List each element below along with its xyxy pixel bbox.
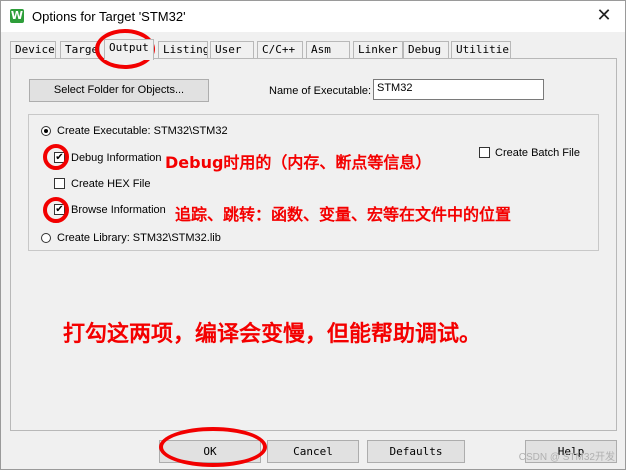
summary-annotation: 打勾这两项，编译会变慢，但能帮助调试。 (63, 322, 482, 347)
cancel-button[interactable]: Cancel (267, 440, 359, 463)
ok-button-highlight (159, 427, 267, 467)
create-executable-radio[interactable] (41, 126, 51, 136)
create-library-label: Create Library: STM32\STM32.lib (57, 232, 221, 244)
create-batch-label: Create Batch File (495, 147, 580, 159)
close-icon[interactable]: ✕ (593, 5, 615, 27)
tab-debug[interactable]: Debug (403, 41, 449, 58)
tab-asm[interactable]: Asm (306, 41, 350, 58)
tab-output[interactable]: Output (104, 39, 154, 60)
tab-target[interactable]: Target (60, 41, 100, 58)
create-hex-label: Create HEX File (71, 178, 151, 190)
name-of-executable-label: Name of Executable: (269, 85, 372, 97)
browse-checkbox-highlight (43, 197, 69, 223)
keil-app-icon: W (10, 9, 24, 23)
tab-listing[interactable]: Listing (158, 41, 208, 58)
options-dialog: W Options for Target 'STM32' ✕ Device Ta… (0, 0, 626, 470)
debug-information-label: Debug Information (71, 152, 162, 164)
tab-linker[interactable]: Linker (353, 41, 403, 58)
tab-utilities[interactable]: Utilities (451, 41, 511, 58)
create-hex-checkbox[interactable] (54, 178, 65, 189)
watermark: CSDN @ STM32开发 (518, 452, 615, 463)
browse-annotation: 追踪、跳转：函数、变量、宏等在文件中的位置 (175, 205, 512, 224)
create-library-radio[interactable] (41, 233, 51, 243)
create-batch-checkbox[interactable] (479, 147, 490, 158)
defaults-button[interactable]: Defaults (367, 440, 465, 463)
debug-checkbox-highlight (43, 144, 69, 170)
create-executable-label: Create Executable: STM32\STM32 (57, 125, 228, 137)
select-folder-button[interactable]: Select Folder for Objects... (29, 79, 209, 102)
browse-information-label: Browse Information (71, 204, 166, 216)
tab-cc[interactable]: C/C++ (257, 41, 303, 58)
name-of-executable-input[interactable]: STM32 (373, 79, 544, 100)
tab-user[interactable]: User (210, 41, 254, 58)
tab-device[interactable]: Device (10, 41, 56, 58)
debug-annotation: Debug时用的（内存、断点等信息） (165, 153, 432, 172)
window-title: Options for Target 'STM32' (32, 9, 186, 24)
title-bar: W Options for Target 'STM32' ✕ (1, 1, 625, 32)
